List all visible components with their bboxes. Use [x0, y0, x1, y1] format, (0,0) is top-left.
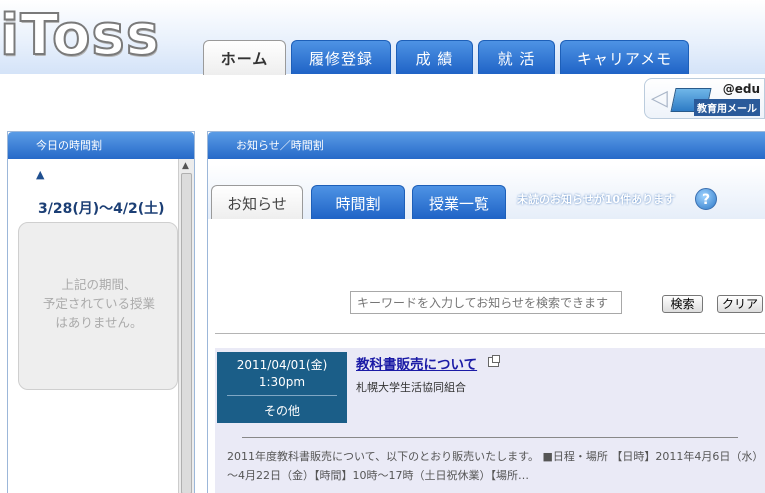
notice-date-box: 2011/04/01(金) 1:30pm その他 — [217, 352, 347, 423]
left-scrollbar[interactable]: ▲ — [178, 159, 194, 493]
tab-career-memo[interactable]: キャリアメモ — [560, 40, 689, 74]
notice-item: 2011/04/01(金) 1:30pm その他 教科書販売について 札幌大学生… — [215, 348, 765, 493]
tab-notices[interactable]: お知らせ — [211, 185, 303, 219]
notice-date: 2011/04/01(金) — [236, 358, 328, 372]
notices-tabs: お知らせ 時間割 授業一覧 未読のお知らせが10件あります ? — [208, 165, 765, 219]
chevron-left-icon: ◁ — [651, 86, 668, 111]
edu-mail-label: 教育用メール — [694, 99, 760, 116]
new-window-icon[interactable] — [488, 355, 500, 367]
today-timetable-title: 今日の時間割 — [8, 132, 194, 159]
previous-week-icon[interactable]: ▲ — [36, 168, 44, 181]
empty-message: 上記の期間、 予定されている授業 はありません。 — [42, 277, 156, 330]
notice-organization: 札幌大学生活協同組合 — [356, 381, 466, 394]
tab-timetable[interactable]: 時間割 — [311, 185, 405, 219]
notice-category: その他 — [263, 404, 300, 418]
notices-panel: お知らせ／時間割 お知らせ 時間割 授業一覧 未読のお知らせが10件あります ?… — [207, 131, 765, 493]
edu-domain-label: @edu — [722, 82, 760, 96]
clear-button[interactable]: クリア — [717, 295, 763, 313]
tab-grades[interactable]: 成 績 — [396, 40, 473, 74]
search-button[interactable]: 検索 — [662, 295, 703, 313]
scrollbar-thumb[interactable] — [181, 173, 192, 493]
notice-search-input[interactable] — [350, 291, 622, 314]
notice-separator — [242, 437, 738, 438]
tab-job-hunting[interactable]: 就 活 — [478, 40, 555, 74]
notice-title-link[interactable]: 教科書販売について — [356, 353, 477, 373]
help-icon[interactable]: ? — [695, 188, 717, 210]
tab-course-registration[interactable]: 履修登録 — [291, 40, 391, 74]
notice-body: 2011年度教科書販売について、以下のとおり販売いたします。 ■日程・場所 【日… — [227, 450, 758, 482]
unread-notice-count[interactable]: 未読のお知らせが10件あります — [517, 191, 675, 207]
edu-mail-link[interactable]: ◁ @edu 教育用メール — [644, 78, 765, 119]
tab-home[interactable]: ホーム — [203, 40, 286, 75]
notices-panel-title: お知らせ／時間割 — [208, 132, 765, 159]
date-range: 3/28(月)～4/2(土) — [38, 201, 165, 217]
today-timetable-panel: 今日の時間割 ▲ 3/28(月)～4/2(土) 上記の期間、 予定されている授業… — [7, 131, 195, 493]
app-header: iToss ホーム 履修登録 成 績 就 活 キャリアメモ — [0, 0, 765, 75]
notice-time: 1:30pm — [258, 375, 306, 389]
empty-timetable-box: 上記の期間、 予定されている授業 はありません。 — [18, 222, 178, 390]
scroll-up-icon[interactable]: ▲ — [182, 161, 189, 171]
itoss-logo[interactable]: iToss — [0, 5, 160, 67]
divider — [215, 333, 765, 334]
date-separator — [227, 395, 337, 396]
tab-course-list[interactable]: 授業一覧 — [412, 185, 506, 219]
